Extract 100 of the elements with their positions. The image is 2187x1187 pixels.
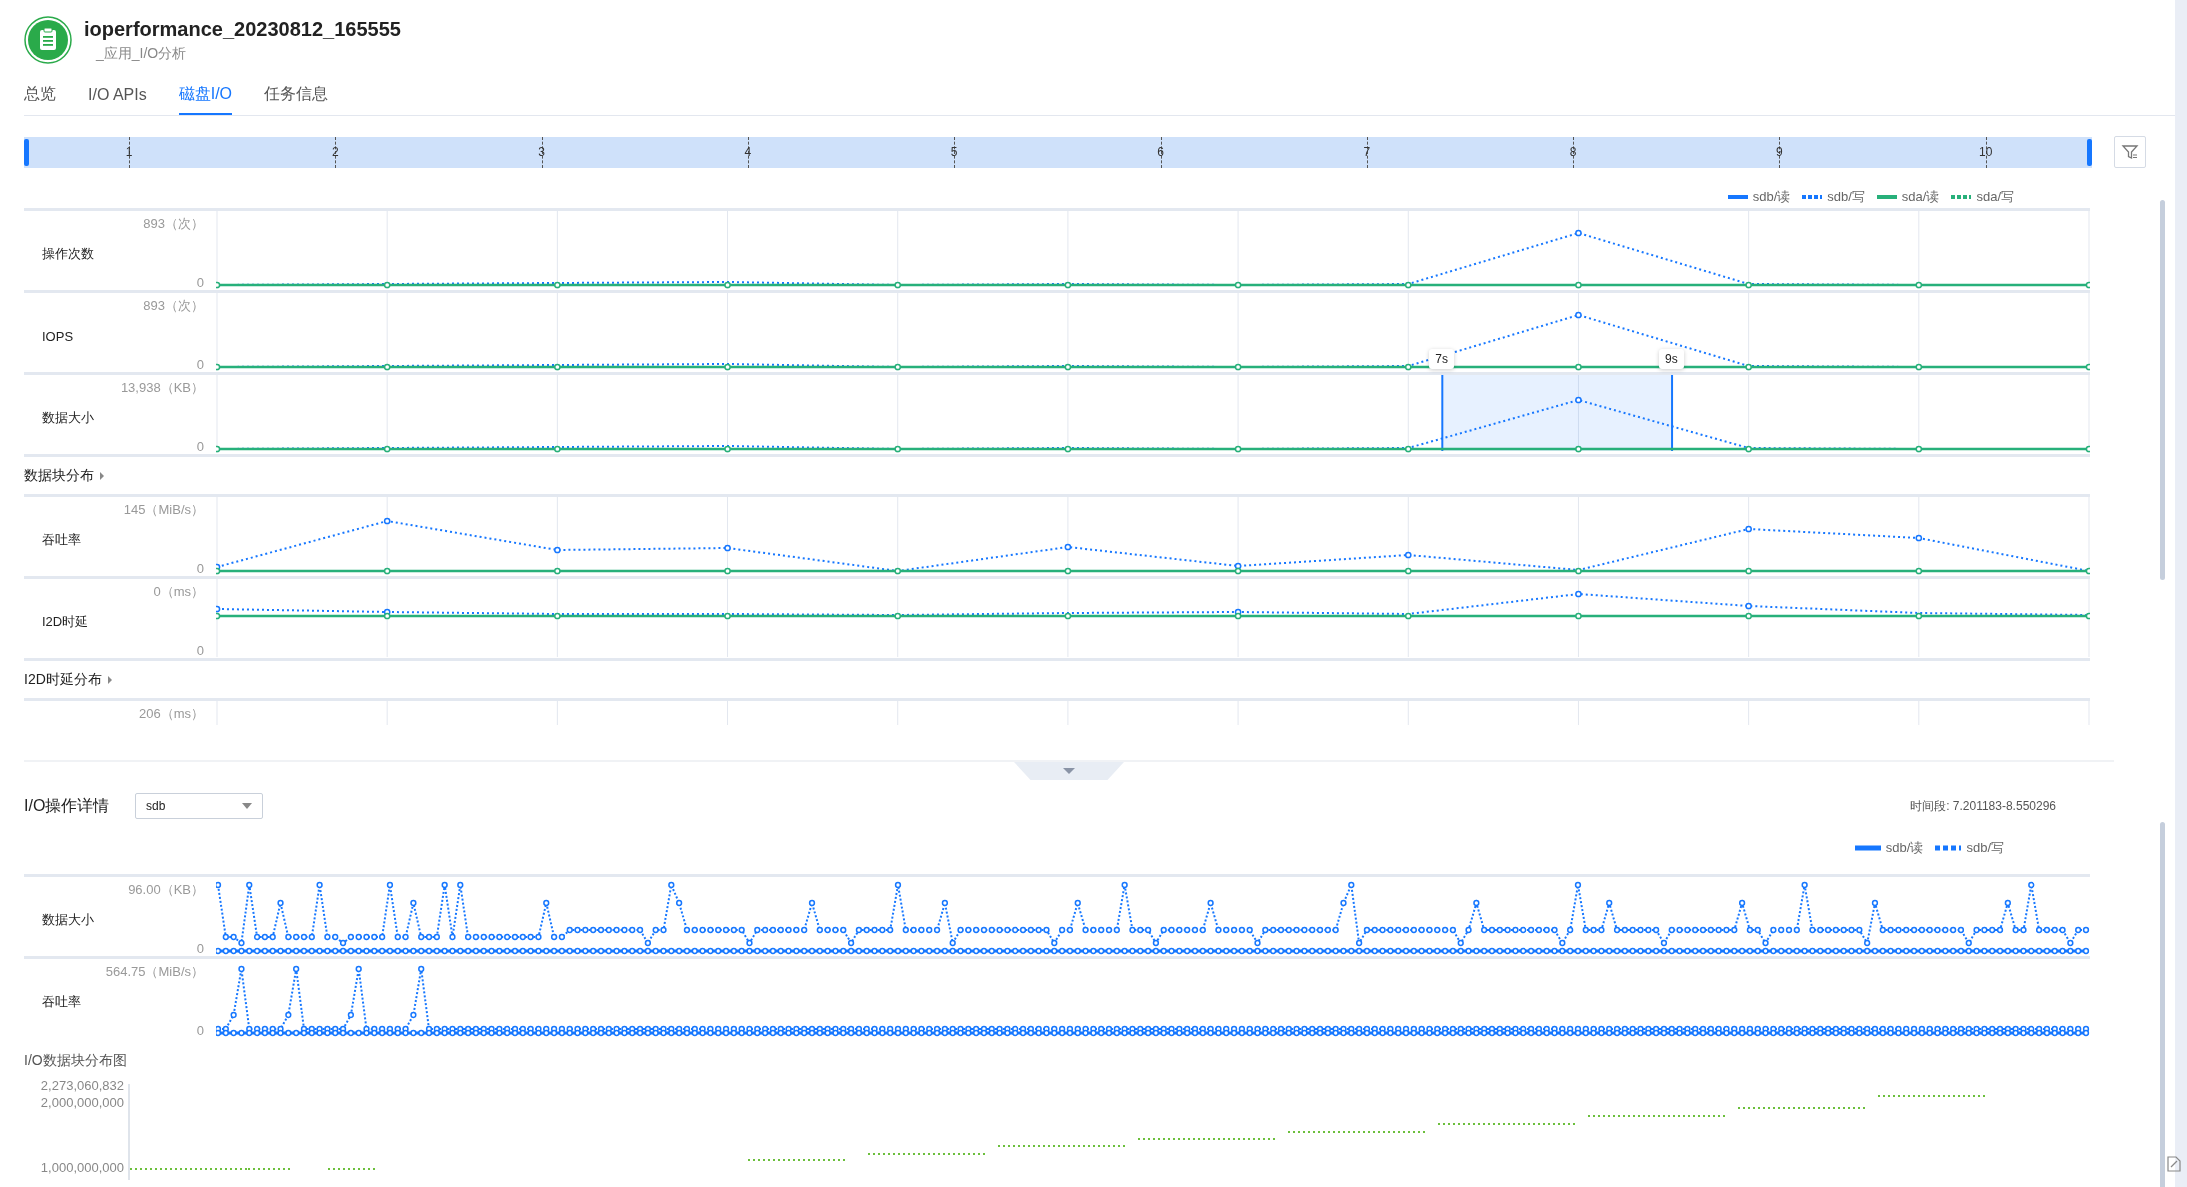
data-point — [383, 445, 391, 453]
data-point — [1915, 534, 1923, 542]
y-axis-tick-label: 2,273,060,832 — [40, 1078, 124, 1093]
dropdown-value: sdb — [146, 799, 166, 813]
timeline-tick-label: 9 — [1775, 144, 1784, 159]
timeline-tick-label: 6 — [1156, 144, 1165, 159]
data-point — [1745, 445, 1752, 453]
data-point — [1234, 445, 1242, 453]
data-point — [1404, 281, 1412, 289]
data-point — [724, 445, 731, 453]
data-point — [1745, 281, 1752, 289]
data-point — [1234, 363, 1242, 371]
range-handle[interactable] — [1441, 375, 1444, 452]
data-point — [554, 612, 561, 620]
legend-label: sda/写 — [1976, 188, 2014, 206]
legend-label: sda/读 — [1901, 188, 1940, 206]
data-point — [1234, 281, 1242, 289]
data-point — [1404, 445, 1412, 453]
caret-icon — [1062, 767, 1076, 775]
y-axis-min-label: 0 — [196, 1023, 205, 1038]
y-axis-tick-label: 1,000,000,000 — [40, 1160, 124, 1175]
data-point — [1404, 363, 1412, 371]
y-axis-min-label: 0 — [196, 561, 205, 576]
note-icon[interactable] — [2165, 1155, 2183, 1173]
y-axis-max-label: 145（MiB/s） — [123, 501, 205, 519]
time-range-label: 时间段: 7.201183-8.550296 — [1910, 797, 2056, 815]
data-point — [554, 546, 561, 554]
section-title: I/O操作详情 — [24, 795, 111, 816]
chart-label: 吞吐率 — [41, 531, 82, 549]
device-dropdown[interactable]: sdb — [135, 793, 263, 819]
data-point — [2085, 445, 2090, 453]
timeline-tick-label: 3 — [537, 144, 546, 159]
selection-range[interactable] — [1442, 375, 1673, 451]
y-axis-max-label: 893（次） — [143, 297, 205, 315]
data-point — [1575, 229, 1582, 237]
data-point — [2085, 567, 2090, 575]
range-handle[interactable] — [24, 138, 29, 166]
data-point — [383, 363, 391, 371]
timeline-slider[interactable]: 1 2 3 4 5 6 7 8 9 10 — [24, 136, 2092, 168]
range-handle[interactable] — [2087, 138, 2092, 166]
tab[interactable]: 总览 — [24, 78, 56, 115]
y-axis-max-label: 96.00（KB） — [128, 881, 205, 899]
data-point — [1745, 567, 1752, 575]
data-point — [724, 281, 731, 289]
y-axis-max-label: 206（ms） — [138, 705, 205, 723]
data-point — [2085, 363, 2090, 371]
timeline-tick-label: 8 — [1568, 144, 1578, 159]
report-title: ioperformance_20230812_165555 — [84, 17, 401, 41]
data-point — [1745, 525, 1752, 533]
data-point — [1745, 612, 1752, 620]
scrollbar[interactable] — [2160, 822, 2165, 1187]
chart-label: IOPS — [41, 327, 75, 346]
section-toggle[interactable]: I2D时延分布 — [24, 670, 102, 689]
tab[interactable]: 任务信息 — [264, 78, 329, 115]
data-point — [724, 612, 731, 620]
data-point — [554, 445, 561, 453]
data-point — [383, 517, 391, 525]
section-toggle[interactable]: 数据块分布 — [24, 466, 94, 485]
range-tooltip: 9s — [1659, 349, 1684, 369]
data-point — [1915, 612, 1923, 620]
data-point — [1064, 567, 1072, 575]
data-point — [1575, 281, 1582, 289]
data-point — [724, 544, 731, 552]
data-point — [383, 567, 391, 575]
data-point — [724, 363, 731, 371]
legend-label: sdb/读 — [1752, 188, 1791, 206]
data-point — [894, 445, 902, 453]
range-tooltip: 7s — [1429, 349, 1454, 369]
y-axis-max-label: 564.75（MiB/s） — [105, 963, 205, 981]
data-point — [1064, 612, 1072, 620]
chart-label: 数据大小 — [41, 409, 95, 427]
filter-button[interactable] — [2114, 136, 2146, 168]
data-point — [1404, 612, 1412, 620]
data-point — [1575, 396, 1582, 404]
data-point — [1575, 363, 1582, 371]
chart-label: 操作次数 — [41, 245, 95, 263]
tab[interactable]: 磁盘I/O — [178, 78, 233, 115]
data-point — [1915, 281, 1923, 289]
data-point — [894, 612, 902, 620]
data-point — [1915, 363, 1923, 371]
data-point — [1404, 567, 1412, 575]
data-point — [1064, 543, 1072, 551]
data-point — [1915, 445, 1923, 453]
scrollbar[interactable] — [2160, 200, 2165, 580]
chart-label: I2D时延 — [41, 613, 90, 631]
y-axis-max-label: 893（次） — [143, 215, 205, 233]
data-point — [2085, 612, 2090, 620]
legend-label: sdb/写 — [1966, 839, 2004, 857]
filter-icon — [2121, 143, 2139, 161]
data-point — [216, 445, 221, 453]
timeline-tick-label: 1 — [124, 144, 134, 159]
data-point — [1575, 612, 1582, 620]
data-point — [1575, 445, 1582, 453]
timeline-tick-label: 2 — [330, 144, 340, 159]
y-axis-min-label: 0 — [196, 439, 205, 454]
data-point — [216, 281, 221, 289]
data-point — [1575, 311, 1582, 319]
range-handle[interactable] — [1671, 375, 1674, 452]
data-point — [724, 567, 731, 575]
tab[interactable]: I/O APIs — [88, 78, 147, 115]
